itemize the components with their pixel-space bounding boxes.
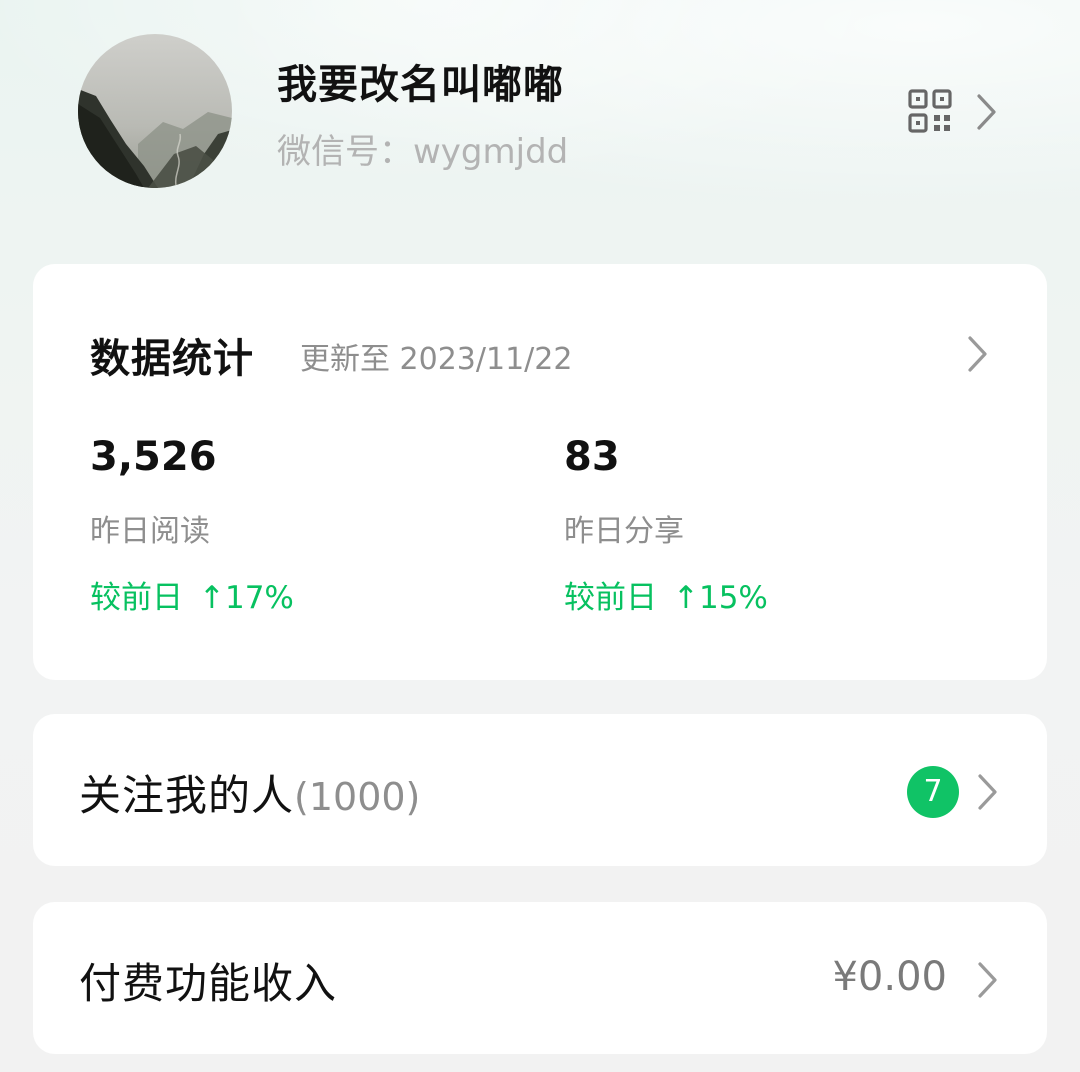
data-statistics-card[interactable]: 数据统计 更新至 2023/11/22 3,526 昨日阅读 较前日 ↑17% 8… — [33, 264, 1047, 680]
stats-title: 数据统计 — [90, 336, 254, 382]
reads-label: 昨日阅读 — [90, 514, 210, 549]
wechat-id: 微信号：wygmjdd — [277, 132, 569, 172]
chevron-right-icon[interactable] — [972, 92, 1000, 132]
followers-row[interactable]: 关注我的人(1000) 7 — [33, 714, 1047, 866]
avatar[interactable] — [78, 34, 232, 188]
followers-count: (1000) — [294, 775, 421, 819]
chevron-right-icon[interactable] — [963, 334, 991, 374]
stats-updated-date: 更新至 2023/11/22 — [300, 342, 573, 377]
followers-label: 关注我的人(1000) — [79, 762, 420, 823]
shares-change-prefix: 较前日 — [564, 580, 657, 616]
reads-change-prefix: 较前日 — [90, 580, 183, 616]
nickname: 我要改名叫嘟嘟 — [277, 62, 564, 108]
chevron-right-icon[interactable] — [973, 772, 1001, 812]
reads-value: 3,526 — [90, 434, 217, 480]
reads-change-value: ↑17% — [199, 580, 294, 616]
shares-change-value: ↑15% — [673, 580, 768, 616]
paid-income-row[interactable]: 付费功能收入 ¥0.00 — [33, 902, 1047, 1054]
followers-label-text: 关注我的人 — [79, 771, 295, 820]
chevron-right-icon[interactable] — [973, 960, 1001, 1000]
paid-income-value: ¥0.00 — [832, 954, 947, 1000]
paid-income-label: 付费功能收入 — [79, 959, 338, 1008]
shares-value: 83 — [564, 434, 620, 480]
qr-code-icon[interactable] — [908, 89, 952, 133]
shares-label: 昨日分享 — [564, 514, 684, 549]
profile-header[interactable]: 我要改名叫嘟嘟 微信号：wygmjdd — [0, 0, 1080, 240]
shares-change: 较前日 ↑15% — [564, 572, 768, 617]
reads-change: 较前日 ↑17% — [90, 572, 294, 617]
new-followers-badge: 7 — [907, 766, 959, 818]
